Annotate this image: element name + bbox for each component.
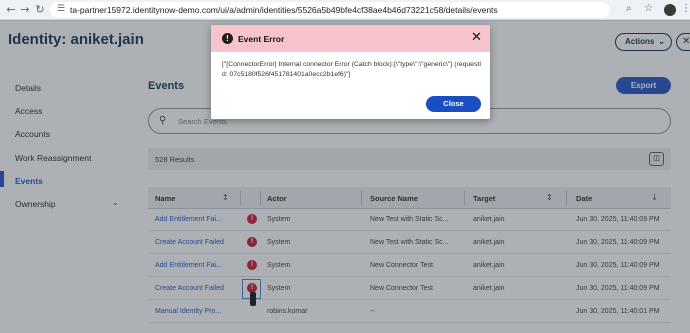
dialog-header: ! Event Error ✕ [211, 25, 490, 52]
error-message: ["[ConnectorError] Internal connector Er… [222, 61, 482, 78]
url-text: ta-partner15972.identitynow-demo.com/ui/… [70, 5, 498, 15]
event-error-dialog: ! Event Error ✕ ["[ConnectorError] Inter… [211, 25, 490, 119]
browser-menu-icon[interactable]: ⋮ [681, 3, 690, 14]
error-icon: ! [222, 33, 233, 44]
address-bar[interactable]: ☰ ta-partner15972.identitynow-demo.com/u… [50, 2, 610, 18]
forward-icon[interactable]: → [18, 3, 32, 17]
close-icon[interactable]: ✕ [471, 30, 482, 46]
back-icon[interactable]: ← [4, 3, 18, 17]
reload-icon[interactable]: ↻ [33, 3, 47, 17]
close-button[interactable]: Close [426, 96, 481, 112]
drag-handle[interactable] [250, 292, 256, 306]
profile-avatar[interactable] [664, 4, 676, 16]
site-info-icon[interactable]: ☰ [57, 4, 65, 14]
zoom-icon[interactable]: ⌕ [626, 3, 632, 14]
browser-toolbar: ← → ↻ ☰ ta-partner15972.identitynow-demo… [0, 0, 690, 20]
bookmark-star-icon[interactable]: ☆ [644, 3, 653, 14]
dialog-title: Event Error [238, 34, 285, 44]
